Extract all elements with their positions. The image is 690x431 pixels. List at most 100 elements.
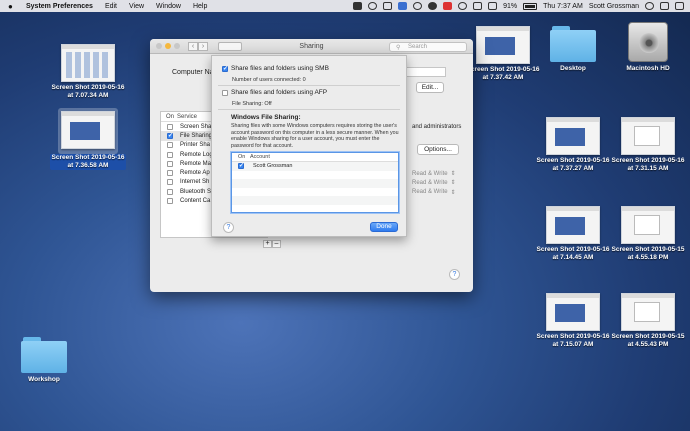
icon-label: Screen Shot 2019-05-15 at 4.55.43 PM	[611, 333, 685, 348]
help-button[interactable]: ?	[449, 269, 460, 280]
smb-option[interactable]: Share files and folders using SMB	[222, 65, 329, 72]
permission-popup[interactable]: Read & Write ⇕	[412, 169, 456, 178]
afp-checkbox[interactable]	[222, 89, 228, 96]
desktop-screenshot-6[interactable]: Screen Shot 2019-05-16 at 7.14.45 AM	[533, 206, 613, 262]
notification-icon[interactable]	[413, 2, 423, 10]
done-button[interactable]: Done	[370, 222, 398, 232]
screenshot-thumbnail	[546, 117, 600, 155]
remove-button[interactable]: –	[272, 240, 281, 248]
admin-access-note: and administrators	[412, 124, 462, 130]
service-checkbox[interactable]	[167, 151, 173, 158]
window-controls	[156, 43, 180, 49]
permission-popup[interactable]: Read & Write ⇕	[412, 188, 456, 197]
edit-button[interactable]: Edit...	[416, 82, 444, 93]
accounts-table[interactable]: On Account Scott Grossman	[231, 152, 399, 213]
empty-row	[232, 205, 398, 213]
service-checkbox[interactable]	[167, 188, 173, 195]
apple-menu-icon[interactable]: ●	[8, 2, 18, 11]
menu-edit[interactable]: Edit	[105, 3, 117, 10]
screenshot-thumbnail	[61, 44, 115, 82]
app-badge-icon[interactable]	[443, 2, 453, 10]
service-checkbox[interactable]	[167, 198, 173, 205]
screenshot-thumbnail	[61, 111, 115, 149]
desktop-screenshot-1[interactable]: Screen Shot 2019-05-16 at 7.07.34 AM	[48, 44, 128, 100]
smb-label: Share files and folders using SMB	[231, 65, 329, 72]
stepper-icon: ⇕	[450, 171, 456, 178]
afp-option[interactable]: Share files and folders using AFP	[222, 89, 327, 96]
service-checkbox[interactable]	[167, 179, 173, 186]
user-name[interactable]: Scott Grossman	[589, 3, 639, 10]
screenshot-thumbnail	[621, 117, 675, 155]
desktop-folder-desktop[interactable]: Desktop	[533, 26, 613, 73]
desktop-screenshot-8[interactable]: Screen Shot 2019-05-16 at 7.15.07 AM	[533, 293, 613, 349]
sheet-help-button[interactable]: ?	[223, 222, 234, 233]
spotlight-icon[interactable]	[645, 2, 654, 10]
screenshot-thumbnail	[546, 293, 600, 331]
back-button[interactable]: ‹	[188, 41, 198, 51]
desktop-screenshot-2-selected[interactable]: Screen Shot 2019-05-16 at 7.36.58 AM	[48, 108, 128, 170]
skype-icon[interactable]	[398, 2, 408, 10]
notification-center-icon[interactable]	[675, 2, 684, 10]
sync-icon[interactable]	[458, 2, 468, 10]
icon-label: Screen Shot 2019-05-16 at 7.31.15 AM	[611, 157, 685, 172]
icon-label: Screen Shot 2019-05-16 at 7.07.34 AM	[51, 84, 125, 99]
service-checkbox[interactable]	[167, 170, 173, 177]
empty-row	[232, 188, 398, 197]
record-icon[interactable]	[428, 2, 438, 10]
desktop-screenshot-9[interactable]: Screen Shot 2019-05-15 at 4.55.43 PM	[608, 293, 688, 349]
desktop-screenshot-5[interactable]: Screen Shot 2019-05-16 at 7.31.15 AM	[608, 117, 688, 173]
folder-icon	[21, 337, 67, 373]
minimize-icon[interactable]	[165, 43, 171, 49]
show-all-grid-icon[interactable]	[218, 41, 242, 51]
permissions-column: Read & Write ⇕ Read & Write ⇕ Read & Write…	[412, 169, 456, 197]
close-icon[interactable]	[156, 43, 162, 49]
desktop-screenshot-7[interactable]: Screen Shot 2019-05-15 at 4.55.18 PM	[608, 206, 688, 262]
battery-percent: 91%	[503, 2, 518, 10]
forward-button[interactable]: ›	[198, 41, 208, 51]
add-button[interactable]: +	[263, 240, 272, 248]
search-input[interactable]: ⚲ Search	[389, 42, 467, 52]
icon-label: Macintosh HD	[626, 65, 670, 72]
screenshot-thumbnail	[621, 206, 675, 244]
divider	[218, 85, 400, 86]
icon-label: Workshop	[28, 376, 60, 383]
stepper-icon: ⇕	[450, 180, 456, 187]
service-checkbox[interactable]	[167, 132, 173, 139]
volume-icon[interactable]	[488, 2, 498, 10]
service-checkbox[interactable]	[167, 160, 173, 167]
menu-view[interactable]: View	[129, 3, 144, 10]
menu-window[interactable]: Window	[156, 3, 181, 10]
service-checkbox[interactable]	[167, 123, 173, 130]
permission-popup[interactable]: Read & Write ⇕	[412, 178, 456, 187]
options-button[interactable]: Options...	[417, 144, 459, 155]
hard-drive-icon	[628, 22, 668, 62]
add-remove-controls: + –	[263, 240, 281, 248]
clock[interactable]: Thu 7:37 AM	[543, 3, 583, 10]
folder-icon	[550, 26, 596, 62]
account-name: Scott Grossman	[253, 163, 293, 170]
timemachine-icon[interactable]	[368, 2, 378, 10]
battery-icon[interactable]	[523, 2, 538, 10]
siri-icon[interactable]	[660, 2, 669, 10]
account-row[interactable]: Scott Grossman	[232, 162, 398, 171]
window-titlebar[interactable]: ‹ › Sharing ⚲ Search	[150, 39, 473, 54]
desktop-drive-macintosh-hd[interactable]: Macintosh HD	[608, 22, 688, 73]
empty-row	[232, 179, 398, 188]
menu-app-name[interactable]: System Preferences	[26, 3, 93, 10]
desktop-screenshot-4[interactable]: Screen Shot 2019-05-16 at 7.37.27 AM	[533, 117, 613, 173]
account-checkbox[interactable]	[238, 162, 244, 170]
computer-name-field[interactable]	[406, 67, 446, 77]
desktop-folder-workshop[interactable]: Workshop	[4, 337, 84, 384]
wifi-icon[interactable]	[473, 2, 483, 10]
evernote-icon[interactable]	[383, 2, 393, 10]
desktop-screenshot-3[interactable]: Screen Shot 2019-05-16 at 7.37.42 AM	[463, 26, 543, 82]
search-placeholder: Search	[408, 44, 428, 50]
smb-checkbox[interactable]	[222, 65, 228, 72]
divider	[218, 109, 400, 110]
dropbox-icon[interactable]	[353, 2, 363, 10]
menu-help[interactable]: Help	[193, 3, 207, 10]
empty-row	[232, 196, 398, 205]
service-checkbox[interactable]	[167, 142, 173, 149]
zoom-icon[interactable]	[174, 43, 180, 49]
search-icon: ⚲	[396, 45, 401, 51]
